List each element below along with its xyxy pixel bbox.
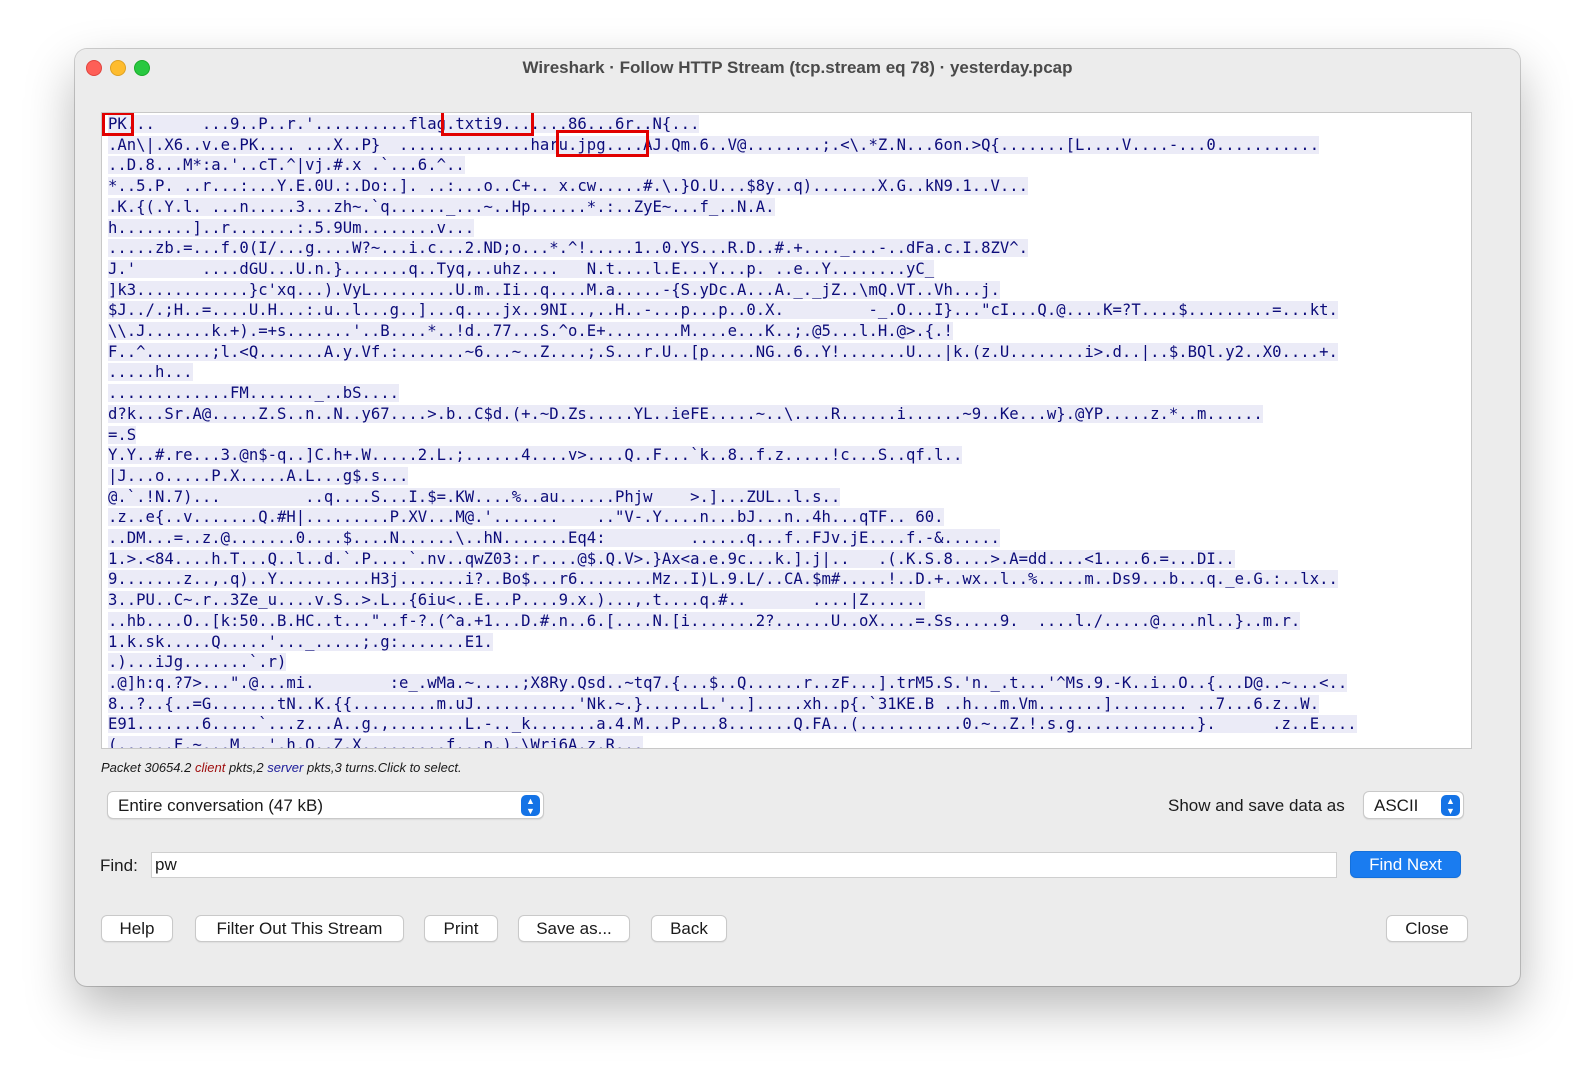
show-save-label: Show and save data as xyxy=(1168,796,1345,815)
stream-line: |J...o.....P.X.....A.L...g$.s... xyxy=(108,466,409,486)
stream-line: .@]h:q.?7>...".@...mi. :e_.wMa.~.....;X8… xyxy=(108,673,1348,693)
stream-line-text: .K.{(.Y.l. ...n.....3...zh~.`q......_...… xyxy=(108,197,775,216)
stream-line-text: ..D.8...M*:a.'..cT.^|vj.#.x .`...6.^.. xyxy=(108,156,465,175)
data-format-select[interactable]: ASCII ▲ ▼ xyxy=(1363,791,1464,819)
stream-line: @.`.!N.7)... ..q....S...I.$=.KW....%..au… xyxy=(108,487,841,507)
stream-line-text: =.S xyxy=(108,425,137,444)
find-next-button[interactable]: Find Next xyxy=(1350,851,1461,878)
stream-line: ]k3............}c'xq...).VyL.........U.m… xyxy=(108,280,1000,300)
stream-line: (......F.~...M...'.h.O..Z.X.........f...… xyxy=(108,735,644,748)
stream-line-text: Y.Y..#.re...3.@n$-q..]C.h+.W.....2.L.;..… xyxy=(108,446,963,465)
stream-line: ..DM...=..z.@.......0....$....N......\..… xyxy=(108,528,1000,548)
stream-line-text: .....h... xyxy=(108,363,193,382)
stream-line: ..hb....O..[k:50..B.HC..t..."..f-?.(^a.+… xyxy=(108,611,1301,631)
stream-line: .An\|.X6..v.e.PK.... ...X..P} ..........… xyxy=(108,135,1320,155)
help-button[interactable]: Help xyxy=(101,915,173,942)
title-bar: Wireshark · Follow HTTP Stream (tcp.stre… xyxy=(75,49,1520,87)
stream-line-text: E91.......6.....`...z...A..g.,........L.… xyxy=(108,715,1357,734)
stream-line-text: .@]h:q.?7>...".@...mi. :e_.wMa.~.....;X8… xyxy=(108,673,1348,692)
stream-line-text: (......F.~...M...'.h.O..Z.X.........f...… xyxy=(108,736,644,748)
stream-line-text: .)...iJg.......`.r) xyxy=(108,653,287,672)
stream-line-text: .An\|.X6..v.e.PK.... ...X..P} ..........… xyxy=(108,135,1320,154)
save-as-button[interactable]: Save as... xyxy=(518,915,630,942)
stream-line-text: 1.>.<84....h.T...Q..l..d.`.P....`.nv..qw… xyxy=(108,549,1235,568)
packet-info-suffix: pkts,3 turns.Click to select. xyxy=(303,760,462,775)
stream-line: J.' ....dGU...U.n.}.......q..Tyq,..uhz..… xyxy=(108,259,935,279)
packet-info-prefix: Packet 30654.2 xyxy=(101,760,195,775)
stream-line-text: .....zb.=...f.0(I/...g....W?~...i.c...2.… xyxy=(108,239,1029,258)
stream-line: .....h... xyxy=(108,362,193,382)
conversation-select-value: Entire conversation (47 kB) xyxy=(118,796,324,815)
print-button[interactable]: Print xyxy=(424,915,498,942)
window-title: Wireshark · Follow HTTP Stream (tcp.stre… xyxy=(522,58,1073,77)
stream-line: 9.......z..,.q)..Y..........H3j.......i?… xyxy=(108,569,1338,589)
stream-line: Y.Y..#.re...3.@n$-q..]C.h+.W.....2.L.;..… xyxy=(108,445,963,465)
stream-line-text: |J...o.....P.X.....A.L...g$.s... xyxy=(108,466,409,485)
stream-line-text: h........]..r.......:.5.9Um........v... xyxy=(108,218,475,237)
find-input[interactable]: pw xyxy=(151,852,1337,878)
filter-out-stream-button[interactable]: Filter Out This Stream xyxy=(195,915,404,942)
client-label: client xyxy=(194,760,226,775)
stream-line: \\.J.......k.+).=+s.......'..B....*..!d.… xyxy=(108,321,953,341)
stream-line: .....zb.=...f.0(I/...g....W?~...i.c...2.… xyxy=(108,238,1029,258)
stream-line-text: 3..PU..C~.r..3Ze_u....v.S..>.L..{6iu<..E… xyxy=(108,591,925,610)
packet-info-text[interactable]: Packet 30654.2 client pkts,2 server pkts… xyxy=(101,760,462,775)
stream-line-text: 1.k.sk.....Q.....'..._.....;.g:.......E1… xyxy=(108,632,493,651)
stream-line-text: \\.J.......k.+).=+s.......'..B....*..!d.… xyxy=(108,322,953,340)
stream-line: PK... ...9..P..r.'..........flag.txti9..… xyxy=(108,114,700,134)
stream-line: .z..e{..v.......Q.#H|.........P.XV...M@.… xyxy=(108,507,944,527)
stream-line: E91.......6.....`...z...A..g.,........L.… xyxy=(108,714,1357,734)
conversation-select[interactable]: Entire conversation (47 kB) ▲ ▼ xyxy=(107,791,544,819)
stream-line: 3..PU..C~.r..3Ze_u....v.S..>.L..{6iu<..E… xyxy=(108,590,925,610)
stream-line-text: $J../.;H..=....U.H...:.u..l...g..]...q..… xyxy=(108,301,1338,320)
stream-line-text: d?k...Sr.A@.....Z.S..n..N..y67....>.b..C… xyxy=(108,404,1263,423)
stream-line-text: J.' ....dGU...U.n.}.......q..Tyq,..uhz..… xyxy=(108,259,935,278)
chevron-updown-icon: ▲ ▼ xyxy=(1441,795,1460,816)
stream-line-text: F..^.......;l.<Q.......A.y.Vf.:.......~6… xyxy=(108,342,1338,361)
find-label: Find: xyxy=(100,856,138,875)
stream-line-text: ..DM...=..z.@.......0....$....N......\..… xyxy=(108,529,1000,547)
stream-line-text: PK... ...9..P..r.'..........flag.txti9..… xyxy=(108,115,700,133)
stream-line-text: ..hb....O..[k:50..B.HC..t..."..f-?.(^a.+… xyxy=(108,611,1301,630)
stream-line-text: @.`.!N.7)... ..q....S...I.$=.KW....%..au… xyxy=(108,487,841,506)
stream-line-text: 8..?..{..=G.......tN..K.{{.........m.uJ.… xyxy=(108,694,1320,713)
stream-line: h........]..r.......:.5.9Um........v... xyxy=(108,218,475,238)
stream-line-text: .............FM......._..bS.... xyxy=(108,384,400,403)
stream-line: 1.>.<84....h.T...Q..l..d.`.P....`.nv..qw… xyxy=(108,549,1235,569)
server-label: server xyxy=(267,760,304,775)
stream-line: 1.k.sk.....Q.....'..._.....;.g:.......E1… xyxy=(108,632,493,652)
stream-line: ..D.8...M*:a.'..cT.^|vj.#.x .`...6.^.. xyxy=(108,155,465,175)
stream-line: =.S xyxy=(108,425,137,445)
stream-line: F..^.......;l.<Q.......A.y.Vf.:.......~6… xyxy=(108,342,1338,362)
data-format-value: ASCII xyxy=(1374,796,1419,815)
chevron-updown-icon: ▲ ▼ xyxy=(521,795,540,816)
back-button[interactable]: Back xyxy=(651,915,727,942)
stream-line-text: ]k3............}c'xq...).VyL.........U.m… xyxy=(108,280,1000,299)
stream-line: 8..?..{..=G.......tN..K.{{.........m.uJ.… xyxy=(108,694,1320,714)
stream-line-text: 9.......z..,.q)..Y..........H3j.......i?… xyxy=(108,570,1338,589)
packet-info-middle: pkts,2 xyxy=(225,760,268,775)
stream-line: .K.{(.Y.l. ...n.....3...zh~.`q......_...… xyxy=(108,197,775,217)
stream-line: d?k...Sr.A@.....Z.S..n..N..y67....>.b..C… xyxy=(108,404,1263,424)
stream-line: $J../.;H..=....U.H...:.u..l...g..]...q..… xyxy=(108,300,1338,320)
stream-line-text: *..5.P. ..r...:...Y.E.0U.:.Do:.]. ..:...… xyxy=(108,177,1029,196)
follow-stream-window: Wireshark · Follow HTTP Stream (tcp.stre… xyxy=(75,49,1520,986)
stream-line-text: .z..e{..v.......Q.#H|.........P.XV...M@.… xyxy=(108,508,944,527)
close-button[interactable]: Close xyxy=(1386,915,1468,942)
stream-content-area[interactable]: PK... ...9..P..r.'..........flag.txti9..… xyxy=(101,112,1472,749)
stream-line: .............FM......._..bS.... xyxy=(108,383,400,403)
stream-line: .)...iJg.......`.r) xyxy=(108,652,287,672)
stream-line: *..5.P. ..r...:...Y.E.0U.:.Do:.]. ..:...… xyxy=(108,176,1029,196)
